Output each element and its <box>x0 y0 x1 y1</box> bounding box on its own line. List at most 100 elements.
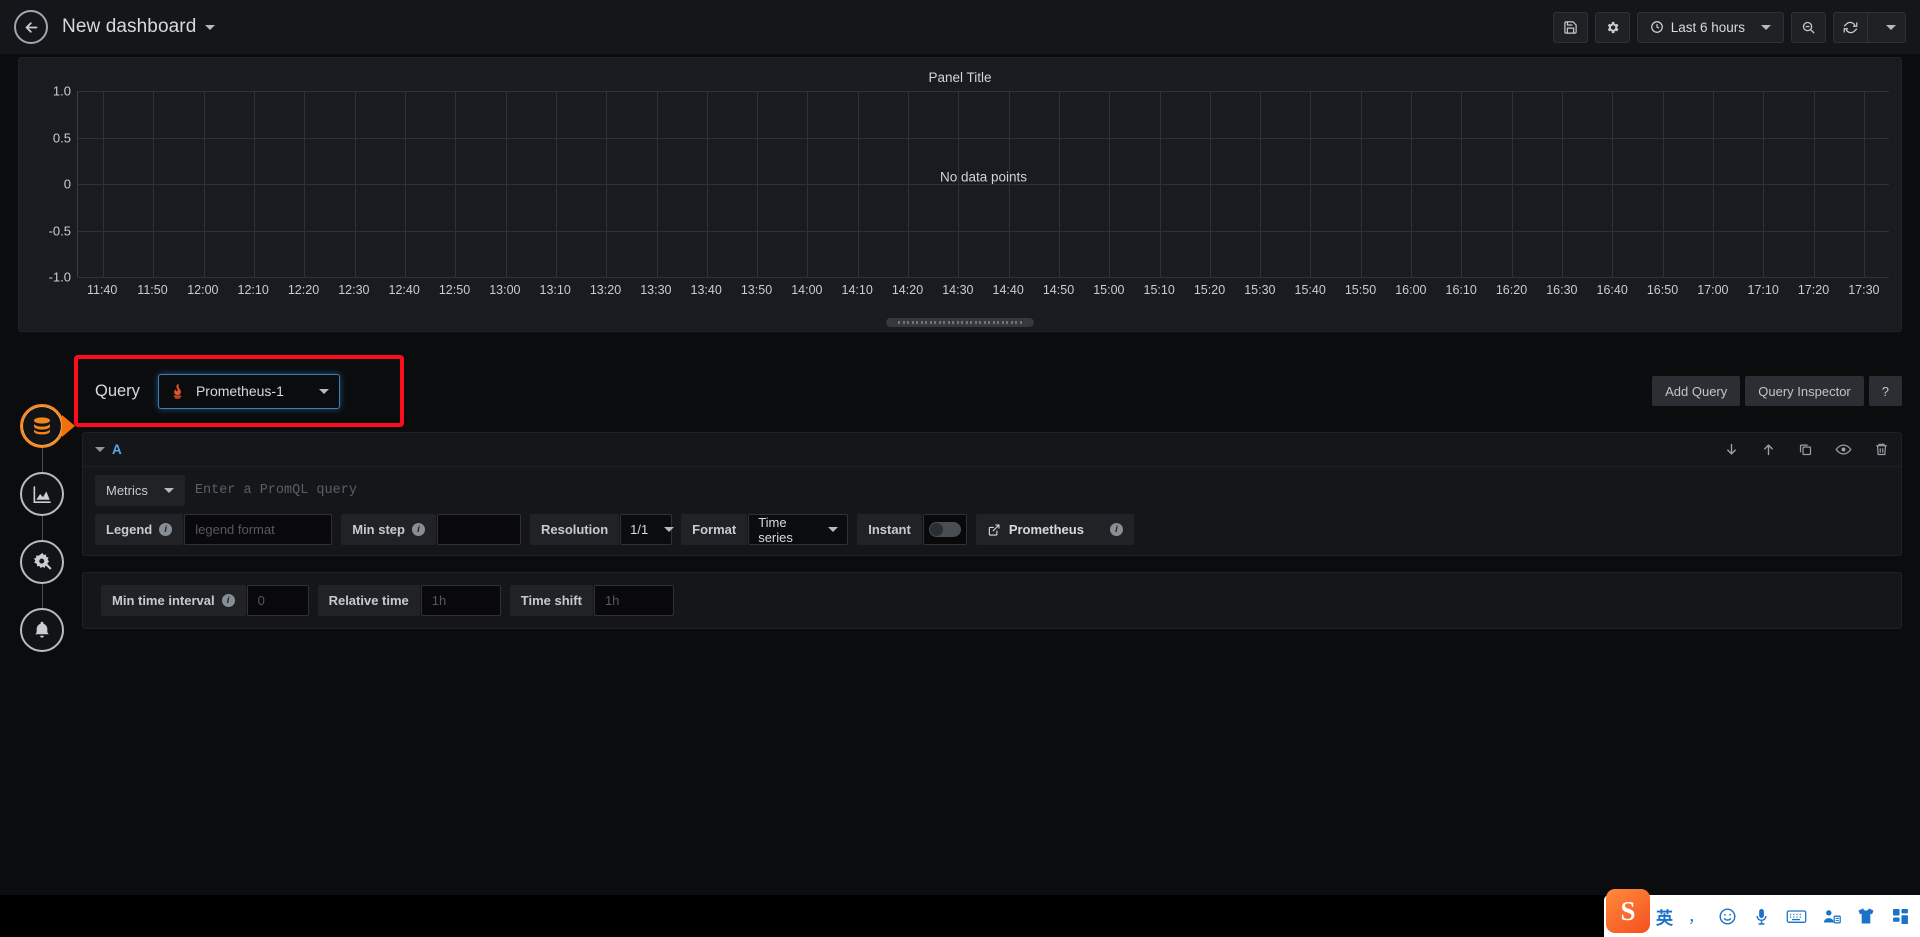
zoom-out-button[interactable] <box>1791 11 1826 43</box>
editor-tab-general[interactable] <box>20 540 64 584</box>
resolution-chevron-down-icon <box>664 527 675 532</box>
query-inspector-button[interactable]: Query Inspector <box>1745 376 1864 406</box>
sogou-logo-icon[interactable]: S <box>1605 889 1650 933</box>
datasource-picker[interactable]: Prometheus-1 <box>157 373 340 409</box>
x-axis-tick-label: 15:00 <box>1093 283 1125 297</box>
tab-connector <box>41 516 43 540</box>
min-step-info-icon[interactable]: i <box>411 523 425 536</box>
x-axis-tick-label: 16:10 <box>1445 283 1477 297</box>
legend-group: Legend i <box>95 514 333 545</box>
min-step-input[interactable] <box>436 514 521 545</box>
shirt-icon[interactable] <box>1856 906 1876 926</box>
promql-query-input[interactable] <box>184 475 1889 506</box>
ime-mode-toggle[interactable]: 英 <box>1656 904 1673 929</box>
editor-tab-visualization[interactable] <box>20 472 64 516</box>
save-dashboard-button[interactable] <box>1552 11 1588 43</box>
time-shift-label: Time shift <box>520 593 582 608</box>
time-range-chevron-down-icon <box>1761 24 1771 30</box>
plot-region[interactable]: No data points <box>77 91 1889 278</box>
legend-label-seg: Legend i <box>95 514 184 545</box>
x-axis-tick-label: 12:50 <box>438 283 471 297</box>
dashboard-title-chevron-down-icon[interactable] <box>205 24 216 30</box>
time-range-picker[interactable]: Last 6 hours <box>1636 11 1784 43</box>
vertical-gridline <box>807 91 809 277</box>
trash-icon[interactable] <box>1874 442 1889 457</box>
relative-time-group: Relative time <box>317 585 501 616</box>
legend-format-input[interactable] <box>184 514 333 545</box>
x-axis-tick-label: 16:20 <box>1495 283 1528 297</box>
format-select[interactable]: Time series <box>748 514 849 545</box>
query-collapse-chevron-down-icon[interactable] <box>95 447 105 452</box>
x-axis-tick-label: 14:30 <box>942 283 974 297</box>
instant-toggle-track <box>928 522 961 537</box>
format-label-seg: Format <box>681 514 748 545</box>
back-button[interactable] <box>14 10 48 44</box>
move-up-icon[interactable] <box>1761 442 1776 457</box>
x-axis-tick-label: 14:10 <box>841 283 873 297</box>
prometheus-link-group: Prometheus i <box>975 514 1134 545</box>
prometheus-link[interactable]: Prometheus i <box>975 514 1134 545</box>
prometheus-info-icon[interactable]: i <box>1109 523 1123 536</box>
tab-connector <box>41 584 43 608</box>
x-axis-tick-label: 12:10 <box>237 283 269 297</box>
microphone-icon[interactable] <box>1752 907 1771 926</box>
x-axis-tick-label: 15:40 <box>1294 283 1326 297</box>
instant-label-seg: Instant <box>857 514 922 545</box>
instant-toggle[interactable] <box>922 514 967 545</box>
time-shift-input[interactable] <box>593 585 674 616</box>
translate-icon[interactable] <box>1822 907 1841 926</box>
panel-resize-handle[interactable] <box>886 318 1034 327</box>
x-axis-tick-label: 11:40 <box>86 283 118 297</box>
dashboard-title[interactable]: New dashboard <box>62 16 196 38</box>
smiley-icon[interactable] <box>1718 907 1737 926</box>
grid-apps-icon[interactable] <box>1891 907 1910 926</box>
query-options-row: Min time interval i Relative time Time s… <box>82 572 1902 629</box>
metrics-dropdown[interactable]: Metrics <box>95 475 185 506</box>
relative-time-input[interactable] <box>420 585 501 616</box>
query-ref-id[interactable]: A <box>112 442 122 457</box>
min-step-label: Min step <box>352 522 405 537</box>
x-axis-tick-label: 15:20 <box>1193 283 1226 297</box>
instant-group: Instant <box>857 514 967 545</box>
chart-area[interactable]: 1.0 0.5 0 -0.5 -1.0 No data points 11:40 11:5… <box>19 84 1901 306</box>
editor-tab-queries[interactable] <box>20 404 64 448</box>
query-row-header: A <box>83 433 1901 467</box>
ime-punctuation-toggle[interactable]: ， <box>1688 906 1703 927</box>
dashboard-settings-button[interactable] <box>1594 11 1630 43</box>
resolution-label-seg: Resolution <box>529 514 620 545</box>
refresh-button[interactable] <box>1833 11 1867 43</box>
x-axis-tick-label: 15:50 <box>1344 283 1377 297</box>
horizontal-gridline <box>78 137 1889 139</box>
query-row-a: A Metrics Enter a PromQL query Legend i … <box>82 432 1902 556</box>
vertical-gridline <box>606 91 608 277</box>
graph-panel: Panel Title 1.0 0.5 0 -0.5 -1.0 No data poin… <box>18 57 1902 332</box>
duplicate-icon[interactable] <box>1798 442 1813 457</box>
vertical-gridline <box>958 91 960 277</box>
help-button[interactable]: ? <box>1868 376 1902 406</box>
min-time-interval-input[interactable] <box>246 585 309 616</box>
vertical-gridline <box>1763 91 1765 277</box>
horizontal-gridline <box>78 91 1889 92</box>
y-axis: 1.0 0.5 0 -0.5 -1.0 <box>19 84 71 285</box>
refresh-interval-dropdown[interactable] <box>1867 11 1906 43</box>
keyboard-icon[interactable] <box>1786 907 1807 926</box>
x-axis-tick-label: 17:00 <box>1697 283 1729 297</box>
x-axis-tick-label: 12:20 <box>287 283 320 297</box>
panel-title[interactable]: Panel Title <box>19 58 1901 85</box>
x-axis-tick-label: 13:30 <box>640 283 672 297</box>
eye-icon[interactable] <box>1835 441 1852 458</box>
legend-label: Legend <box>106 522 153 537</box>
vertical-gridline <box>1511 91 1513 277</box>
vertical-gridline <box>103 91 105 277</box>
resolution-select[interactable]: 1/1 <box>620 514 675 545</box>
vertical-gridline <box>857 91 859 277</box>
move-down-icon[interactable] <box>1724 442 1739 457</box>
add-query-button[interactable]: Add Query <box>1652 376 1741 406</box>
legend-info-icon[interactable]: i <box>159 523 173 536</box>
query-row-actions <box>1724 441 1889 458</box>
query-label: Query <box>95 381 140 400</box>
min-time-interval-info-icon[interactable]: i <box>221 594 235 607</box>
relative-time-label: Relative time <box>328 593 409 608</box>
sogou-ime-bar: S 英 ， <box>1603 889 1920 937</box>
editor-tab-alert[interactable] <box>20 608 64 652</box>
